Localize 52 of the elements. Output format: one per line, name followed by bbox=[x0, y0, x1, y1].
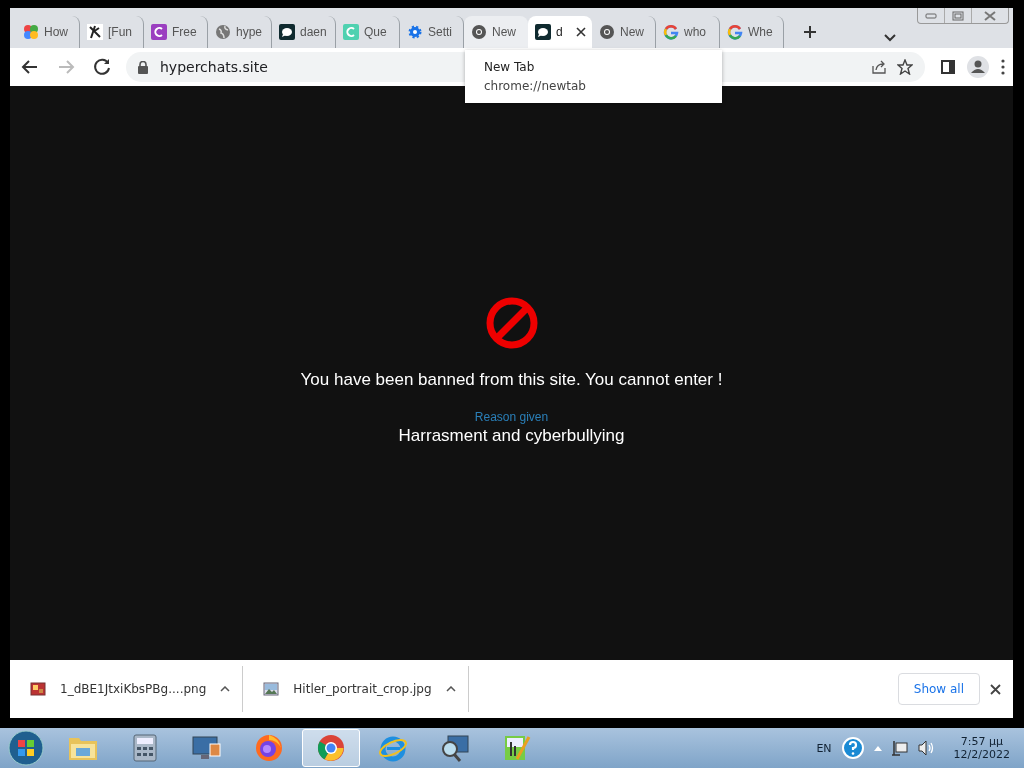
browser-tab[interactable]: New bbox=[464, 16, 528, 48]
download-item[interactable]: Hitler_portrait_crop.jpg bbox=[293, 682, 432, 696]
show-all-button[interactable]: Show all bbox=[897, 673, 980, 705]
lock-icon bbox=[138, 60, 148, 74]
tooltip-url: chrome://newtab bbox=[484, 79, 587, 93]
chevron-down-icon[interactable] bbox=[884, 34, 896, 42]
figure-icon bbox=[87, 24, 103, 40]
start-button[interactable] bbox=[8, 730, 44, 766]
language-indicator[interactable]: EN bbox=[816, 741, 832, 755]
calculator-icon[interactable] bbox=[133, 734, 157, 762]
chat-icon bbox=[535, 24, 551, 40]
notepad-icon[interactable] bbox=[503, 734, 531, 762]
letter-c-icon bbox=[343, 24, 359, 40]
chat-icon bbox=[279, 24, 295, 40]
browser-tab[interactable]: d bbox=[528, 16, 592, 48]
ban-message: You have been banned from this site. You cannot enter ! bbox=[300, 370, 723, 390]
monitor-icon[interactable] bbox=[192, 734, 222, 762]
chevron-up-icon[interactable] bbox=[445, 686, 456, 692]
globe-icon bbox=[215, 24, 231, 40]
chevron-up-icon[interactable] bbox=[220, 686, 231, 692]
maximize-icon[interactable] bbox=[952, 10, 964, 21]
menu-icon[interactable] bbox=[1001, 59, 1005, 75]
side-panel-icon[interactable] bbox=[941, 60, 955, 74]
star-icon[interactable] bbox=[897, 59, 913, 75]
google-icon bbox=[727, 24, 743, 40]
network-icon[interactable] bbox=[891, 740, 908, 756]
reason-label: Reason given bbox=[474, 410, 549, 424]
ban-reason: Harrasment and cyberbullying bbox=[398, 426, 625, 446]
image-file-icon bbox=[30, 681, 46, 697]
chrome-icon bbox=[599, 24, 615, 40]
magnifier-icon[interactable] bbox=[440, 734, 470, 762]
clock-time[interactable]: 7:57 μμ bbox=[960, 735, 1003, 748]
close-icon[interactable] bbox=[576, 27, 586, 37]
settings-icon bbox=[407, 24, 423, 40]
pinwheel-icon bbox=[23, 24, 39, 40]
plus-icon[interactable] bbox=[803, 25, 817, 39]
image-file-icon bbox=[263, 681, 280, 697]
share-icon[interactable] bbox=[871, 59, 887, 75]
clock-date[interactable]: 12/2/2022 bbox=[953, 748, 1010, 761]
profile-icon[interactable] bbox=[967, 56, 989, 78]
google-icon bbox=[663, 24, 679, 40]
letter-c-icon bbox=[151, 24, 167, 40]
minimize-icon[interactable] bbox=[925, 12, 937, 19]
no-entry-icon bbox=[484, 296, 539, 350]
chrome-icon[interactable] bbox=[317, 734, 345, 762]
chrome-icon bbox=[471, 24, 487, 40]
firefox-icon[interactable] bbox=[255, 734, 283, 762]
close-icon[interactable] bbox=[990, 683, 1001, 695]
download-item[interactable]: 1_dBE1JtxiKbsPBg....png bbox=[60, 682, 207, 696]
volume-icon[interactable] bbox=[917, 740, 936, 756]
help-icon[interactable] bbox=[841, 737, 864, 759]
tooltip-title: New Tab bbox=[484, 60, 536, 74]
